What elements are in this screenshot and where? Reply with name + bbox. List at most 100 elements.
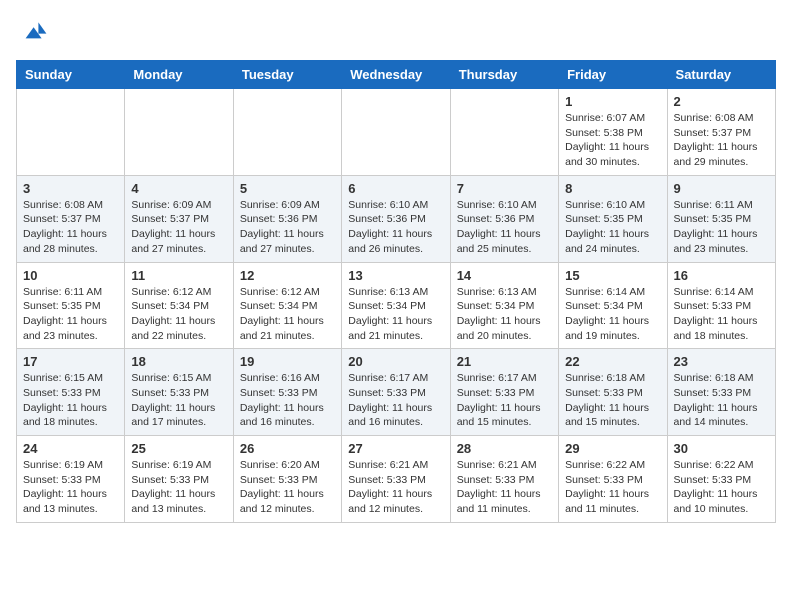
calendar-cell: 5 Sunrise: 6:09 AM Sunset: 5:36 PM Daylig…	[233, 175, 341, 262]
logo-icon	[16, 16, 48, 48]
calendar-cell: 4 Sunrise: 6:09 AM Sunset: 5:37 PM Daylig…	[125, 175, 233, 262]
day-number: 28	[457, 441, 552, 456]
day-header-tuesday: Tuesday	[233, 61, 341, 89]
day-number: 6	[348, 181, 443, 196]
cell-info: Sunrise: 6:13 AM Sunset: 5:34 PM Dayligh…	[457, 285, 552, 344]
cell-info: Sunrise: 6:14 AM Sunset: 5:33 PM Dayligh…	[674, 285, 769, 344]
cell-info: Sunrise: 6:15 AM Sunset: 5:33 PM Dayligh…	[131, 371, 226, 430]
cell-info: Sunrise: 6:15 AM Sunset: 5:33 PM Dayligh…	[23, 371, 118, 430]
calendar-cell: 20 Sunrise: 6:17 AM Sunset: 5:33 PM Dayli…	[342, 349, 450, 436]
cell-info: Sunrise: 6:10 AM Sunset: 5:36 PM Dayligh…	[457, 198, 552, 257]
calendar-header-row: SundayMondayTuesdayWednesdayThursdayFrid…	[17, 61, 776, 89]
cell-info: Sunrise: 6:20 AM Sunset: 5:33 PM Dayligh…	[240, 458, 335, 517]
calendar-week-row: 3 Sunrise: 6:08 AM Sunset: 5:37 PM Daylig…	[17, 175, 776, 262]
day-number: 20	[348, 354, 443, 369]
day-number: 12	[240, 268, 335, 283]
cell-info: Sunrise: 6:11 AM Sunset: 5:35 PM Dayligh…	[23, 285, 118, 344]
calendar-cell: 26 Sunrise: 6:20 AM Sunset: 5:33 PM Dayli…	[233, 436, 341, 523]
calendar-week-row: 1 Sunrise: 6:07 AM Sunset: 5:38 PM Daylig…	[17, 89, 776, 176]
calendar-cell	[450, 89, 558, 176]
calendar-cell	[125, 89, 233, 176]
day-number: 2	[674, 94, 769, 109]
calendar-cell: 11 Sunrise: 6:12 AM Sunset: 5:34 PM Dayli…	[125, 262, 233, 349]
cell-info: Sunrise: 6:11 AM Sunset: 5:35 PM Dayligh…	[674, 198, 769, 257]
cell-info: Sunrise: 6:09 AM Sunset: 5:36 PM Dayligh…	[240, 198, 335, 257]
calendar-cell: 22 Sunrise: 6:18 AM Sunset: 5:33 PM Dayli…	[559, 349, 667, 436]
cell-info: Sunrise: 6:12 AM Sunset: 5:34 PM Dayligh…	[131, 285, 226, 344]
calendar-cell: 3 Sunrise: 6:08 AM Sunset: 5:37 PM Daylig…	[17, 175, 125, 262]
day-number: 5	[240, 181, 335, 196]
calendar-table: SundayMondayTuesdayWednesdayThursdayFrid…	[16, 60, 776, 523]
cell-info: Sunrise: 6:18 AM Sunset: 5:33 PM Dayligh…	[674, 371, 769, 430]
cell-info: Sunrise: 6:12 AM Sunset: 5:34 PM Dayligh…	[240, 285, 335, 344]
logo	[16, 16, 52, 48]
calendar-cell	[342, 89, 450, 176]
day-number: 21	[457, 354, 552, 369]
day-number: 10	[23, 268, 118, 283]
cell-info: Sunrise: 6:17 AM Sunset: 5:33 PM Dayligh…	[457, 371, 552, 430]
calendar-cell: 12 Sunrise: 6:12 AM Sunset: 5:34 PM Dayli…	[233, 262, 341, 349]
day-number: 17	[23, 354, 118, 369]
calendar-cell: 19 Sunrise: 6:16 AM Sunset: 5:33 PM Dayli…	[233, 349, 341, 436]
calendar-cell: 28Sunrise: 6:21 AM Sunset: 5:33 PM Dayli…	[450, 436, 558, 523]
calendar-cell: 15 Sunrise: 6:14 AM Sunset: 5:34 PM Dayli…	[559, 262, 667, 349]
calendar-week-row: 17 Sunrise: 6:15 AM Sunset: 5:33 PM Dayli…	[17, 349, 776, 436]
calendar-week-row: 10 Sunrise: 6:11 AM Sunset: 5:35 PM Dayli…	[17, 262, 776, 349]
day-header-friday: Friday	[559, 61, 667, 89]
calendar-cell: 1 Sunrise: 6:07 AM Sunset: 5:38 PM Daylig…	[559, 89, 667, 176]
day-number: 4	[131, 181, 226, 196]
calendar-cell: 14Sunrise: 6:13 AM Sunset: 5:34 PM Dayli…	[450, 262, 558, 349]
day-number: 26	[240, 441, 335, 456]
cell-info: Sunrise: 6:19 AM Sunset: 5:33 PM Dayligh…	[23, 458, 118, 517]
calendar-cell	[233, 89, 341, 176]
day-number: 24	[23, 441, 118, 456]
day-number: 1	[565, 94, 660, 109]
day-number: 11	[131, 268, 226, 283]
calendar-cell: 10 Sunrise: 6:11 AM Sunset: 5:35 PM Dayli…	[17, 262, 125, 349]
cell-info: Sunrise: 6:07 AM Sunset: 5:38 PM Dayligh…	[565, 111, 660, 170]
cell-info: Sunrise: 6:21 AM Sunset: 5:33 PM Dayligh…	[348, 458, 443, 517]
day-number: 8	[565, 181, 660, 196]
cell-info: Sunrise: 6:09 AM Sunset: 5:37 PM Dayligh…	[131, 198, 226, 257]
calendar-cell: 29Sunrise: 6:22 AM Sunset: 5:33 PM Dayli…	[559, 436, 667, 523]
day-number: 3	[23, 181, 118, 196]
calendar-cell: 16 Sunrise: 6:14 AM Sunset: 5:33 PM Dayli…	[667, 262, 775, 349]
calendar-cell: 24 Sunrise: 6:19 AM Sunset: 5:33 PM Dayli…	[17, 436, 125, 523]
cell-info: Sunrise: 6:17 AM Sunset: 5:33 PM Dayligh…	[348, 371, 443, 430]
day-number: 27	[348, 441, 443, 456]
day-header-thursday: Thursday	[450, 61, 558, 89]
calendar-cell: 23Sunrise: 6:18 AM Sunset: 5:33 PM Dayli…	[667, 349, 775, 436]
day-number: 16	[674, 268, 769, 283]
calendar-cell: 7 Sunrise: 6:10 AM Sunset: 5:36 PM Daylig…	[450, 175, 558, 262]
cell-info: Sunrise: 6:18 AM Sunset: 5:33 PM Dayligh…	[565, 371, 660, 430]
calendar-cell: 8Sunrise: 6:10 AM Sunset: 5:35 PM Daylig…	[559, 175, 667, 262]
cell-info: Sunrise: 6:08 AM Sunset: 5:37 PM Dayligh…	[674, 111, 769, 170]
day-header-monday: Monday	[125, 61, 233, 89]
calendar-cell: 27 Sunrise: 6:21 AM Sunset: 5:33 PM Dayli…	[342, 436, 450, 523]
calendar-cell: 18Sunrise: 6:15 AM Sunset: 5:33 PM Dayli…	[125, 349, 233, 436]
cell-info: Sunrise: 6:19 AM Sunset: 5:33 PM Dayligh…	[131, 458, 226, 517]
day-number: 19	[240, 354, 335, 369]
day-header-wednesday: Wednesday	[342, 61, 450, 89]
calendar-week-row: 24 Sunrise: 6:19 AM Sunset: 5:33 PM Dayli…	[17, 436, 776, 523]
cell-info: Sunrise: 6:22 AM Sunset: 5:33 PM Dayligh…	[565, 458, 660, 517]
day-number: 9	[674, 181, 769, 196]
calendar-cell: 13Sunrise: 6:13 AM Sunset: 5:34 PM Dayli…	[342, 262, 450, 349]
calendar-cell	[17, 89, 125, 176]
calendar-cell: 17 Sunrise: 6:15 AM Sunset: 5:33 PM Dayli…	[17, 349, 125, 436]
day-number: 15	[565, 268, 660, 283]
calendar-cell: 25Sunrise: 6:19 AM Sunset: 5:33 PM Dayli…	[125, 436, 233, 523]
calendar-cell: 30 Sunrise: 6:22 AM Sunset: 5:33 PM Dayli…	[667, 436, 775, 523]
calendar-cell: 6Sunrise: 6:10 AM Sunset: 5:36 PM Daylig…	[342, 175, 450, 262]
calendar-cell: 2 Sunrise: 6:08 AM Sunset: 5:37 PM Daylig…	[667, 89, 775, 176]
day-number: 13	[348, 268, 443, 283]
cell-info: Sunrise: 6:16 AM Sunset: 5:33 PM Dayligh…	[240, 371, 335, 430]
day-number: 7	[457, 181, 552, 196]
cell-info: Sunrise: 6:22 AM Sunset: 5:33 PM Dayligh…	[674, 458, 769, 517]
cell-info: Sunrise: 6:08 AM Sunset: 5:37 PM Dayligh…	[23, 198, 118, 257]
calendar-cell: 21 Sunrise: 6:17 AM Sunset: 5:33 PM Dayli…	[450, 349, 558, 436]
page-header	[16, 16, 776, 48]
day-number: 30	[674, 441, 769, 456]
day-number: 22	[565, 354, 660, 369]
cell-info: Sunrise: 6:14 AM Sunset: 5:34 PM Dayligh…	[565, 285, 660, 344]
